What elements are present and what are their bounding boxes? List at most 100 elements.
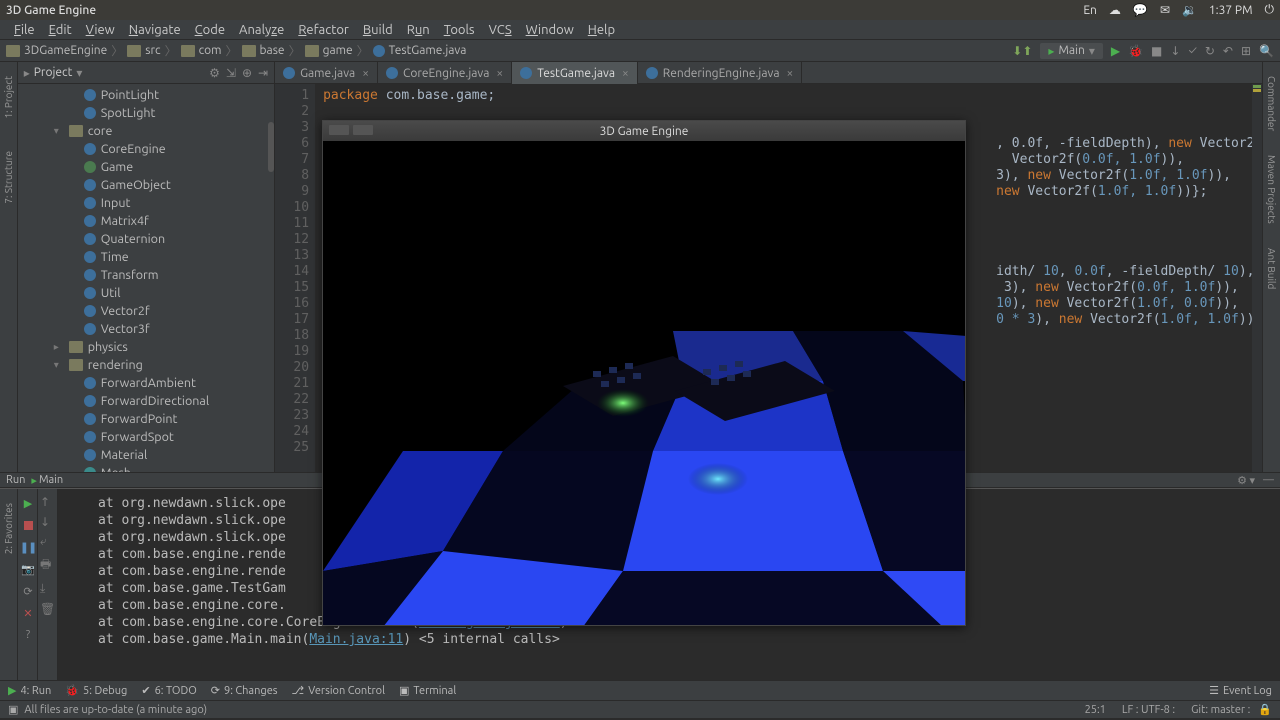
crumb-base[interactable]: base xyxy=(260,44,285,57)
tree-node[interactable]: Mesh xyxy=(101,466,131,472)
stop-button[interactable]: ■ xyxy=(1151,44,1162,58)
dump-button[interactable]: 📷 xyxy=(20,561,36,577)
tool-commander[interactable]: Commander xyxy=(1266,70,1277,137)
tool-structure[interactable]: 7: Structure xyxy=(3,145,14,210)
cloud-icon[interactable]: ☁ xyxy=(1109,3,1121,17)
tree-node[interactable]: Material xyxy=(101,448,148,462)
stop-button[interactable] xyxy=(20,517,36,533)
bb-todo[interactable]: ✔6: TODO xyxy=(141,684,196,697)
tool-windows-icon[interactable]: ▣ xyxy=(8,703,18,716)
chevron-down-icon[interactable]: ▾ xyxy=(54,359,64,371)
tree-node[interactable]: ForwardAmbient xyxy=(101,376,196,390)
git-branch[interactable]: Git: master : xyxy=(1183,704,1258,716)
close-button[interactable]: ✕ xyxy=(20,605,36,621)
restore-button[interactable]: ⟳ xyxy=(20,583,36,599)
tree-node[interactable]: ForwardSpot xyxy=(101,430,174,444)
game-titlebar[interactable]: 3D Game Engine xyxy=(323,121,965,141)
tool-favorites[interactable]: 2: Favorites xyxy=(3,497,14,560)
chat-icon[interactable]: 💬 xyxy=(1133,3,1148,17)
tool-maven[interactable]: Maven Projects xyxy=(1266,149,1277,230)
close-icon[interactable]: × xyxy=(362,67,369,80)
tree-node[interactable]: Vector2f xyxy=(101,304,150,318)
error-stripe[interactable] xyxy=(1252,84,1262,472)
menu-view[interactable]: View xyxy=(80,23,121,37)
up-button[interactable]: ↑ xyxy=(40,495,55,509)
tree-node[interactable]: Input xyxy=(101,196,131,210)
menu-build[interactable]: Build xyxy=(357,23,399,37)
game-viewport[interactable] xyxy=(323,141,965,625)
hide-icon[interactable]: — xyxy=(1263,474,1274,486)
menu-run[interactable]: Run xyxy=(401,23,436,37)
search-icon[interactable]: 🔍 xyxy=(1259,44,1274,58)
project-dropdown-icon[interactable]: ▸ xyxy=(24,66,30,80)
tree-node[interactable]: ForwardDirectional xyxy=(101,394,209,408)
tree-node[interactable]: Time xyxy=(101,250,129,264)
vcs-commit-icon[interactable]: ✓ xyxy=(1188,44,1196,57)
game-window[interactable]: 3D Game Engine xyxy=(322,120,966,626)
bb-debug[interactable]: 🐞5: Debug xyxy=(65,684,127,697)
power-icon[interactable]: ⏻ xyxy=(1265,3,1275,17)
bb-run[interactable]: ▶4: Run xyxy=(8,684,51,697)
crumb-file[interactable]: TestGame.java xyxy=(389,44,467,57)
tab-renderingengine[interactable]: RenderingEngine.java× xyxy=(638,62,802,84)
gear-icon[interactable]: ⚙ ▾ xyxy=(1237,474,1255,487)
tool-project[interactable]: 1: Project xyxy=(3,70,14,125)
close-icon[interactable]: × xyxy=(496,67,503,80)
menu-edit[interactable]: Edit xyxy=(43,23,78,37)
mail-icon[interactable]: ✉ xyxy=(1160,3,1170,17)
run-config-selector[interactable]: ▸Main▾ xyxy=(1040,43,1102,59)
pause-button[interactable]: ❚❚ xyxy=(20,539,36,555)
clear-button[interactable]: 🗑 xyxy=(40,602,55,616)
collapse-icon[interactable]: ⇲ xyxy=(226,66,236,80)
menu-file[interactable]: File xyxy=(8,23,41,37)
tree-node[interactable]: CoreEngine xyxy=(101,142,166,156)
menu-code[interactable]: Code xyxy=(189,23,231,37)
tree-node[interactable]: Game xyxy=(101,160,133,174)
hide-icon[interactable]: ⇥ xyxy=(258,66,268,80)
bb-vc[interactable]: ⎇Version Control xyxy=(292,684,385,697)
make-icon[interactable]: ⬇⬆ xyxy=(1012,44,1032,58)
tree-node[interactable]: GameObject xyxy=(101,178,171,192)
tree-node[interactable]: rendering xyxy=(88,358,143,372)
help-button[interactable]: ? xyxy=(20,627,36,643)
chevron-right-icon[interactable]: ▸ xyxy=(54,341,64,353)
rerun-button[interactable]: ▶ xyxy=(20,495,36,511)
menu-refactor[interactable]: Refactor xyxy=(292,23,355,37)
scrollbar[interactable] xyxy=(268,122,274,172)
wrap-button[interactable]: ⤶ xyxy=(40,535,55,549)
tab-game[interactable]: Game.java× xyxy=(275,62,378,84)
bb-eventlog[interactable]: ☰Event Log xyxy=(1209,684,1272,697)
menu-window[interactable]: Window xyxy=(520,23,580,37)
debug-button[interactable]: 🐞 xyxy=(1128,44,1143,58)
autoscroll-icon[interactable]: ⊕ xyxy=(242,66,252,80)
tab-testgame[interactable]: TestGame.java× xyxy=(512,62,638,84)
tree-node[interactable]: ForwardPoint xyxy=(101,412,178,426)
crumb-com[interactable]: com xyxy=(199,44,222,57)
crumb-game[interactable]: game xyxy=(323,44,353,57)
tab-coreengine[interactable]: CoreEngine.java× xyxy=(378,62,512,84)
tree-node[interactable]: Matrix4f xyxy=(101,214,149,228)
bb-terminal[interactable]: ▣Terminal xyxy=(399,684,456,697)
tree-node[interactable]: Transform xyxy=(101,268,159,282)
tree-node[interactable]: Vector3f xyxy=(101,322,150,336)
menu-vcs[interactable]: VCS xyxy=(483,23,518,37)
stacktrace-link[interactable]: Main.java:11 xyxy=(309,632,403,647)
print-button[interactable]: 🖶 xyxy=(40,555,55,576)
tree-node[interactable]: PointLight xyxy=(101,88,159,102)
encoding[interactable]: LF : UTF-8 : xyxy=(1114,704,1183,716)
chevron-down-icon[interactable]: ▾ xyxy=(54,125,64,137)
tree-node[interactable]: Quaternion xyxy=(101,232,165,246)
tree-node[interactable]: physics xyxy=(88,340,128,354)
close-icon[interactable]: × xyxy=(786,67,793,80)
run-button[interactable]: ▶ xyxy=(1111,44,1120,58)
down-button[interactable]: ↓ xyxy=(40,515,55,529)
project-title[interactable]: Project xyxy=(34,66,73,79)
close-icon[interactable]: × xyxy=(622,67,629,80)
tree-node[interactable]: core xyxy=(88,124,113,138)
project-view-dd[interactable]: ▾ xyxy=(76,66,82,80)
tree-node[interactable]: Util xyxy=(101,286,121,300)
tool-ant[interactable]: Ant Build xyxy=(1266,242,1277,295)
lock-icon[interactable]: 🔒 xyxy=(1258,703,1272,716)
history-icon[interactable]: ↻ xyxy=(1205,44,1215,58)
lang-indicator[interactable]: En xyxy=(1083,4,1097,17)
